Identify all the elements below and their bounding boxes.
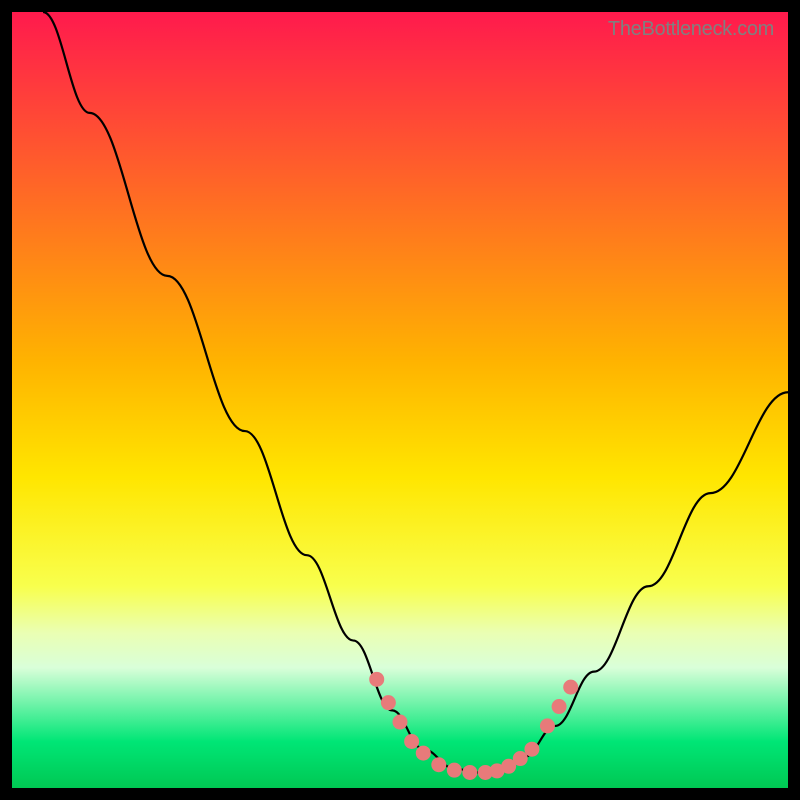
datapoint — [416, 746, 431, 761]
datapoint — [552, 699, 567, 714]
gradient-bg — [12, 12, 788, 788]
datapoint — [563, 680, 578, 695]
datapoint — [393, 715, 408, 730]
datapoint — [431, 757, 446, 772]
datapoint — [381, 695, 396, 710]
datapoint — [369, 672, 384, 687]
datapoint — [447, 763, 462, 778]
chart-frame: TheBottleneck.com — [12, 12, 788, 788]
datapoint — [524, 742, 539, 757]
watermark-text: TheBottleneck.com — [608, 18, 774, 41]
datapoint — [540, 718, 555, 733]
datapoint — [513, 751, 528, 766]
datapoint — [462, 765, 477, 780]
datapoint — [404, 734, 419, 749]
chart-svg — [12, 12, 788, 788]
